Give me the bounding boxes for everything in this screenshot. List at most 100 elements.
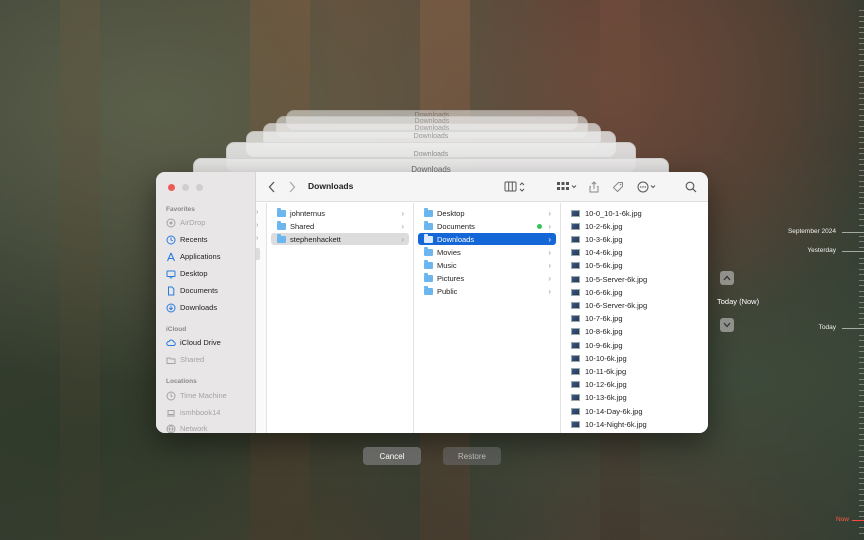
tag-button[interactable]	[612, 180, 624, 194]
timeline-tick[interactable]	[859, 191, 864, 193]
timeline-tick[interactable]	[859, 433, 864, 435]
timeline-tick[interactable]	[859, 103, 864, 105]
sidebar-item-shared[interactable]: Shared	[166, 353, 204, 366]
timeline-tick[interactable]	[859, 334, 864, 336]
timeline-tick[interactable]	[859, 15, 864, 17]
timeline-tick[interactable]	[859, 505, 864, 506]
timeline-tick[interactable]	[859, 455, 864, 457]
timeline-tick[interactable]	[859, 59, 864, 61]
timeline-tick[interactable]	[859, 345, 864, 347]
file-row[interactable]: 10-12-6k.jpg	[565, 379, 704, 391]
sidebar-item-applications[interactable]: Applications	[166, 250, 220, 263]
timeline-tick[interactable]	[859, 26, 864, 28]
timeline-tick[interactable]	[859, 461, 864, 462]
timeline-tick[interactable]	[859, 54, 864, 55]
file-row[interactable]: 10-0_10-1-6k.jpg	[565, 207, 704, 219]
timeline-tick[interactable]	[859, 384, 864, 385]
more-actions-button[interactable]	[637, 180, 659, 194]
timeline-tick[interactable]	[859, 197, 864, 198]
zoom-button[interactable]	[196, 184, 203, 191]
timeline-tick[interactable]	[859, 312, 864, 314]
timeline-tick[interactable]	[859, 92, 864, 94]
timeline-tick[interactable]	[859, 340, 864, 341]
timeline-tick[interactable]	[859, 219, 864, 220]
file-row[interactable]: 10-11-6k.jpg	[565, 365, 704, 377]
file-row[interactable]: 10-3-6k.jpg	[565, 233, 704, 245]
timeline-label-yesterday[interactable]: Yesterday	[807, 247, 836, 254]
timeline-tick[interactable]	[859, 186, 864, 187]
timeline-tick[interactable]	[859, 318, 864, 319]
cancel-button[interactable]: Cancel	[363, 447, 421, 465]
timeline-tick[interactable]	[859, 87, 864, 88]
timeline-tick[interactable]	[859, 70, 864, 72]
timeline-tick[interactable]	[859, 356, 864, 358]
timeline-tick[interactable]	[859, 296, 864, 297]
timeline-tick[interactable]	[859, 450, 864, 451]
timeline-tick[interactable]	[859, 98, 864, 99]
timeline-tick[interactable]	[859, 81, 864, 83]
list-item[interactable]: Pictures ›	[418, 272, 556, 284]
timeline-tick[interactable]	[859, 10, 864, 11]
timeline-tick[interactable]	[859, 37, 864, 39]
timeline-tick[interactable]	[842, 251, 864, 252]
timeline-tick[interactable]	[859, 510, 864, 512]
timeline-tick[interactable]	[859, 114, 864, 116]
timeline-tick[interactable]	[859, 213, 864, 215]
timeline-tick[interactable]	[859, 301, 864, 303]
timeline-tick[interactable]	[859, 532, 864, 534]
file-row[interactable]: 10-7-6k.jpg	[565, 313, 704, 325]
sidebar-item-icloud-drive[interactable]: iCloud Drive	[166, 336, 221, 349]
list-item[interactable]: Music ›	[418, 259, 556, 271]
file-row[interactable]: 10-2-6k.jpg	[565, 220, 704, 232]
close-button[interactable]	[168, 184, 175, 191]
timeline-tick[interactable]	[859, 48, 864, 50]
timeline-tick[interactable]	[859, 466, 864, 468]
timeline-tick[interactable]	[859, 378, 864, 380]
timeline-tick[interactable]	[859, 235, 864, 237]
minimize-button[interactable]	[182, 184, 189, 191]
list-item[interactable]: Downloads ›	[418, 233, 556, 245]
sidebar-item-time-machine[interactable]: Time Machine	[166, 389, 227, 402]
list-item[interactable]: johnternus ›	[271, 207, 409, 219]
timeline-tick[interactable]	[859, 362, 864, 363]
sidebar-item-desktop[interactable]: Desktop	[166, 267, 208, 280]
timeline-tick[interactable]	[859, 180, 864, 182]
search-button[interactable]	[685, 180, 697, 194]
timeline-tick[interactable]	[859, 516, 864, 517]
timeline-tick[interactable]	[859, 241, 864, 242]
file-row[interactable]: 10-4-6k.jpg	[565, 247, 704, 259]
timeline-tick[interactable]	[859, 21, 864, 22]
timeline-tick[interactable]	[859, 208, 864, 209]
list-item[interactable]: Public ›	[418, 285, 556, 297]
sidebar-item-downloads[interactable]: Downloads	[166, 301, 217, 314]
timeline-label-now[interactable]: Now	[836, 516, 849, 523]
timeline-tick[interactable]	[859, 274, 864, 275]
timeline-tick[interactable]	[859, 147, 864, 149]
file-row[interactable]: 10-13-6k.jpg	[565, 392, 704, 404]
file-row[interactable]: 10-5-Server-6k.jpg	[565, 273, 704, 285]
timeline-tick[interactable]	[859, 411, 864, 413]
share-button[interactable]	[589, 180, 599, 194]
timeline-tick[interactable]	[859, 153, 864, 154]
timeline-tick[interactable]	[859, 290, 864, 292]
timeline-tick[interactable]	[859, 131, 864, 132]
file-row[interactable]: 10-14-Day-6k.jpg	[565, 405, 704, 417]
timeline-tick[interactable]	[859, 488, 864, 490]
timeline-tick[interactable]	[842, 328, 864, 329]
timeline-tick[interactable]	[859, 224, 864, 226]
file-row[interactable]: 10-8-6k.jpg	[565, 326, 704, 338]
list-item[interactable]: Documents ›	[418, 220, 556, 232]
timeline-tick[interactable]	[859, 417, 864, 418]
timeline-tick[interactable]	[859, 477, 864, 479]
list-item[interactable]: stephenhackett ›	[271, 233, 409, 245]
view-columns-button[interactable]	[504, 180, 526, 194]
file-row[interactable]: 10-6-Server-6k.jpg	[565, 299, 704, 311]
file-row[interactable]: 10-5-6k.jpg	[565, 260, 704, 272]
timeline-tick-now[interactable]	[852, 520, 864, 521]
timeline-tick[interactable]	[859, 142, 864, 143]
timeline-tick[interactable]	[859, 246, 864, 248]
timeline-tick[interactable]	[859, 323, 864, 325]
timeline-tick[interactable]	[859, 307, 864, 308]
timeline-tick[interactable]	[859, 76, 864, 77]
timeline-tick[interactable]	[859, 494, 864, 495]
